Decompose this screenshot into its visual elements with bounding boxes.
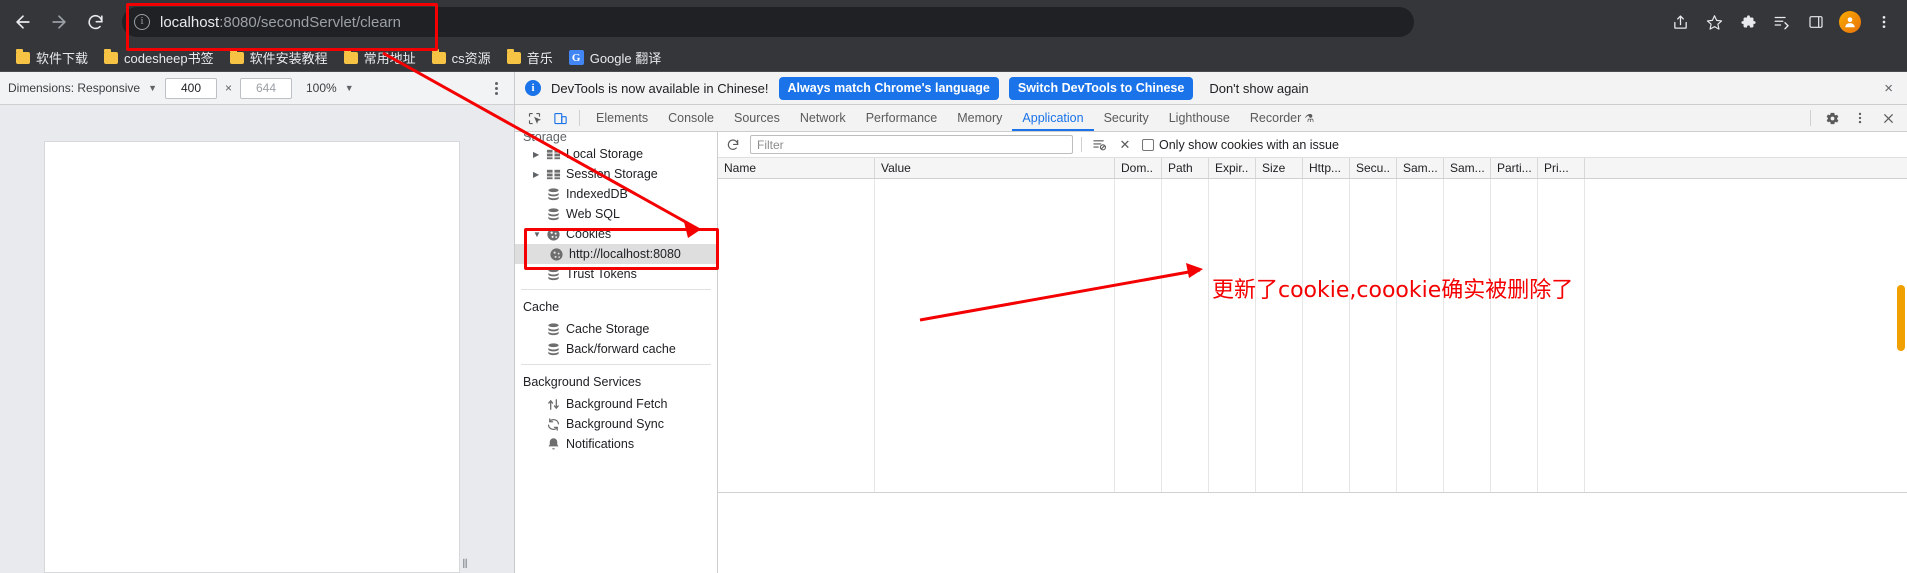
note-pointer-arrow: [919, 263, 1203, 322]
browser-window: i localhost:8080/secondServlet/clearn 软件…: [0, 0, 1907, 573]
